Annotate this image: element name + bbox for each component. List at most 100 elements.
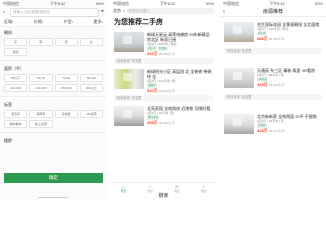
- bottom-nav: ⌂ 首页 ⌕ 找房 ✉ 消息 ☺ 我的: [110, 182, 217, 193]
- listing-details: 3室2厅 | 120平米 | 南: [147, 79, 176, 83]
- confirm-button[interactable]: 确定: [4, 173, 103, 183]
- price-unit: 46,521元/平: [268, 128, 285, 133]
- listing-price: 298万 39,210元/平: [147, 120, 213, 126]
- filter-tab-layout[interactable]: 户型▾: [64, 19, 74, 25]
- caret-down-icon: ▾: [71, 20, 74, 24]
- caret-down-icon: ▾: [123, 9, 125, 13]
- listing-details: 2室1厅 | 92平米 | 南: [257, 119, 284, 123]
- nav-label: 首页: [120, 188, 127, 193]
- listing-card[interactable]: 北苑家园 全南两房 近地铁 可随时看 2室1厅 | 76平米 | 南 随时看房 …: [110, 104, 217, 130]
- status-bar: 中国电信 下午8:42 59%: [220, 0, 326, 7]
- filter-chip[interactable]: 150-200: [54, 84, 78, 92]
- filter-chip[interactable]: 满两年: [29, 110, 53, 118]
- caret-down-icon: ▾: [12, 20, 14, 24]
- filter-tab-label: 区域: [4, 19, 12, 24]
- listing-photo: [114, 106, 144, 126]
- nav-label: 消息: [174, 188, 180, 193]
- section-title-orientation: 朝向: [4, 30, 12, 35]
- filter-chip[interactable]: 130-150: [29, 84, 53, 92]
- divider: [0, 60, 107, 61]
- price-unit: 39,210元/平: [158, 120, 175, 125]
- section-title-tags: 标签: [4, 102, 12, 107]
- recommend-banner[interactable]: “猜你喜欢” 在这里: [114, 58, 213, 64]
- listing-card[interactable]: 新绿阳光小区 高层阳 北 全装修 带装修 全 3室2厅 | 120平米 | 南 …: [110, 67, 217, 93]
- home-indicator: [38, 196, 68, 198]
- filter-chip[interactable]: 随时看房: [4, 120, 28, 128]
- price-unit: 42,500元/平: [158, 88, 175, 93]
- back-arrow-icon[interactable]: ‹: [3, 10, 8, 16]
- nav-home[interactable]: ⌂ 首页: [121, 184, 127, 193]
- listing-photo: [114, 69, 144, 89]
- filter-tab-label: 户型: [63, 19, 72, 24]
- filter-tabs: 区域▾ 价格▾ 户型▾ 更多▾: [0, 18, 107, 27]
- listing-details: 2室1厅 | 89平米 | 南北: [147, 42, 177, 46]
- status-bar: 中国电信 下午8:42 59%: [0, 0, 107, 7]
- filter-tab-price[interactable]: 价格▾: [34, 19, 44, 25]
- listing-card[interactable]: 北京新新家 全南两居 92平 不限购 2室1厅 | 92平米 | 南 近地铁 4…: [220, 112, 326, 138]
- recommend-banner[interactable]: “猜你喜欢” 在这里: [114, 95, 213, 101]
- search-input[interactable]: 请输入小区/商圈/地铁站: [10, 8, 99, 17]
- city-selector[interactable]: 北京: [113, 8, 121, 14]
- filter-chip[interactable]: 东: [4, 38, 28, 46]
- divider: [0, 96, 107, 97]
- nav-profile[interactable]: ☺ 我的: [201, 184, 207, 193]
- listing-price: 345万 38,764元/平: [147, 51, 213, 57]
- price-unit: 38,764元/平: [158, 51, 175, 56]
- filter-chip[interactable]: 南北: [4, 48, 28, 56]
- listing-details: 3室2厅 | 135平米 | 南北: [257, 27, 289, 31]
- filter-chip[interactable]: 近地铁: [54, 110, 78, 118]
- filter-chip[interactable]: 70-90: [54, 74, 78, 82]
- filter-chip[interactable]: 90-110: [79, 74, 103, 82]
- nav-find[interactable]: ⌕ 找房: [147, 184, 153, 193]
- listing-card[interactable]: 新绿天星云 高等电梯房 09年新精品房北区 新家已接 2室1厅 | 89平米 |…: [110, 30, 217, 56]
- listing-card[interactable]: 合生国际花园 全景观朝阳 全北面南 3室2厅 | 135平米 | 南北 满五年 …: [220, 20, 326, 46]
- nav-label: 找房: [147, 188, 153, 193]
- listing-price: 368万 41,818元/平: [257, 82, 322, 88]
- search-row: ‹ 请输入小区/商圈/地铁站 ⌖: [0, 7, 107, 18]
- filter-chip[interactable]: 北: [79, 38, 103, 46]
- filter-chip[interactable]: 新上房源: [29, 120, 53, 128]
- caret-down-icon: ▾: [41, 20, 44, 24]
- recommend-screen: 中国电信 下午8:42 59% 北京 ▾ 你想住在哪儿 为您推荐二手房 新绿天星…: [110, 0, 217, 200]
- orientation-chips: 东 南 西 北 南北: [0, 37, 107, 58]
- recommend-banner[interactable]: “猜你喜欢” 在这里: [224, 94, 322, 100]
- filter-chip[interactable]: 西: [54, 38, 78, 46]
- listing-title: 新绿阳光小区 高层阳 北 全装修 带装修 全: [147, 69, 212, 79]
- time-label: 下午8:42: [159, 1, 176, 6]
- filter-chip[interactable]: VR房源: [79, 110, 103, 118]
- top-bar: 北京 ▾ 你想住在哪儿: [110, 7, 217, 15]
- price-total: 428万: [257, 127, 268, 133]
- filter-chip[interactable]: 50以下: [4, 74, 28, 82]
- listing-recommend-screen: 中国电信 下午8:42 59% ‹ 房源推荐 合生国际花园 全景观朝阳 全北面南…: [220, 0, 326, 200]
- recommend-banner[interactable]: “猜你喜欢” 在这里: [224, 48, 322, 54]
- listing-price: 510万 42,500元/平: [147, 88, 213, 94]
- section-title-age: 楼龄: [4, 138, 12, 143]
- nav-messages[interactable]: ✉ 消息: [174, 184, 180, 193]
- filter-chip[interactable]: 110-130: [4, 84, 28, 92]
- filter-tab-area[interactable]: 区域▾: [4, 19, 14, 25]
- listing-info: 天通苑 东三区 精装 两居 VR看房 2室1厅 | 88平米 | 南 VR房源 …: [257, 68, 322, 90]
- filter-chip[interactable]: 满五年: [4, 110, 28, 118]
- search-input[interactable]: 你想住在哪儿: [126, 8, 214, 14]
- filter-chip[interactable]: 南: [29, 38, 53, 46]
- price-total: 368万: [257, 81, 268, 87]
- map-pin-icon[interactable]: ⌖: [101, 9, 104, 16]
- listing-card[interactable]: 天通苑 东三区 精装 两居 VR看房 2室1厅 | 88平米 | 南 VR房源 …: [220, 66, 326, 92]
- listing-price: 428万 46,521元/平: [257, 128, 322, 134]
- listing-photo: [224, 22, 254, 42]
- carrier-label: 中国电信: [223, 1, 239, 6]
- caret-down-icon: ▾: [101, 20, 103, 24]
- filter-tab-more[interactable]: 更多▾: [93, 19, 103, 25]
- listing-price: 688万 50,963元/平: [257, 36, 322, 42]
- filter-screen: 中国电信 下午8:42 59% ‹ 请输入小区/商圈/地铁站 ⌖ 区域▾ 价格▾…: [0, 0, 107, 200]
- filter-chip[interactable]: 50-70: [29, 74, 53, 82]
- status-bar: 中国电信 下午8:42 59%: [110, 0, 217, 7]
- filter-chip[interactable]: 200以上: [79, 84, 103, 92]
- listing-photo: [114, 32, 144, 52]
- carrier-label: 中国电信: [3, 1, 19, 6]
- page-title: 房源推荐: [262, 9, 283, 15]
- brand-logo-text: 链家: [158, 193, 169, 199]
- battery-label: 59%: [95, 1, 104, 6]
- section-title-area: 面积（平）: [4, 66, 24, 71]
- time-label: 下午8:42: [49, 1, 66, 6]
